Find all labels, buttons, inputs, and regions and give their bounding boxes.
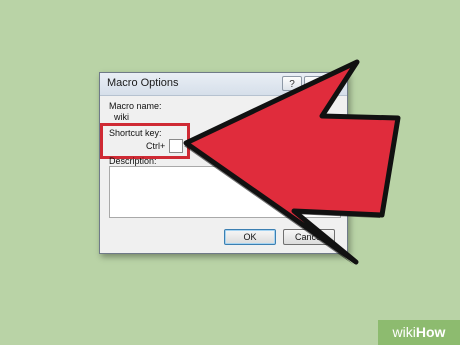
brand-prefix: wiki — [392, 324, 416, 340]
brand-suffix: How — [415, 324, 446, 340]
pointer-arrow-icon — [183, 59, 401, 265]
wikihow-logo: wikiHow — [378, 320, 460, 345]
